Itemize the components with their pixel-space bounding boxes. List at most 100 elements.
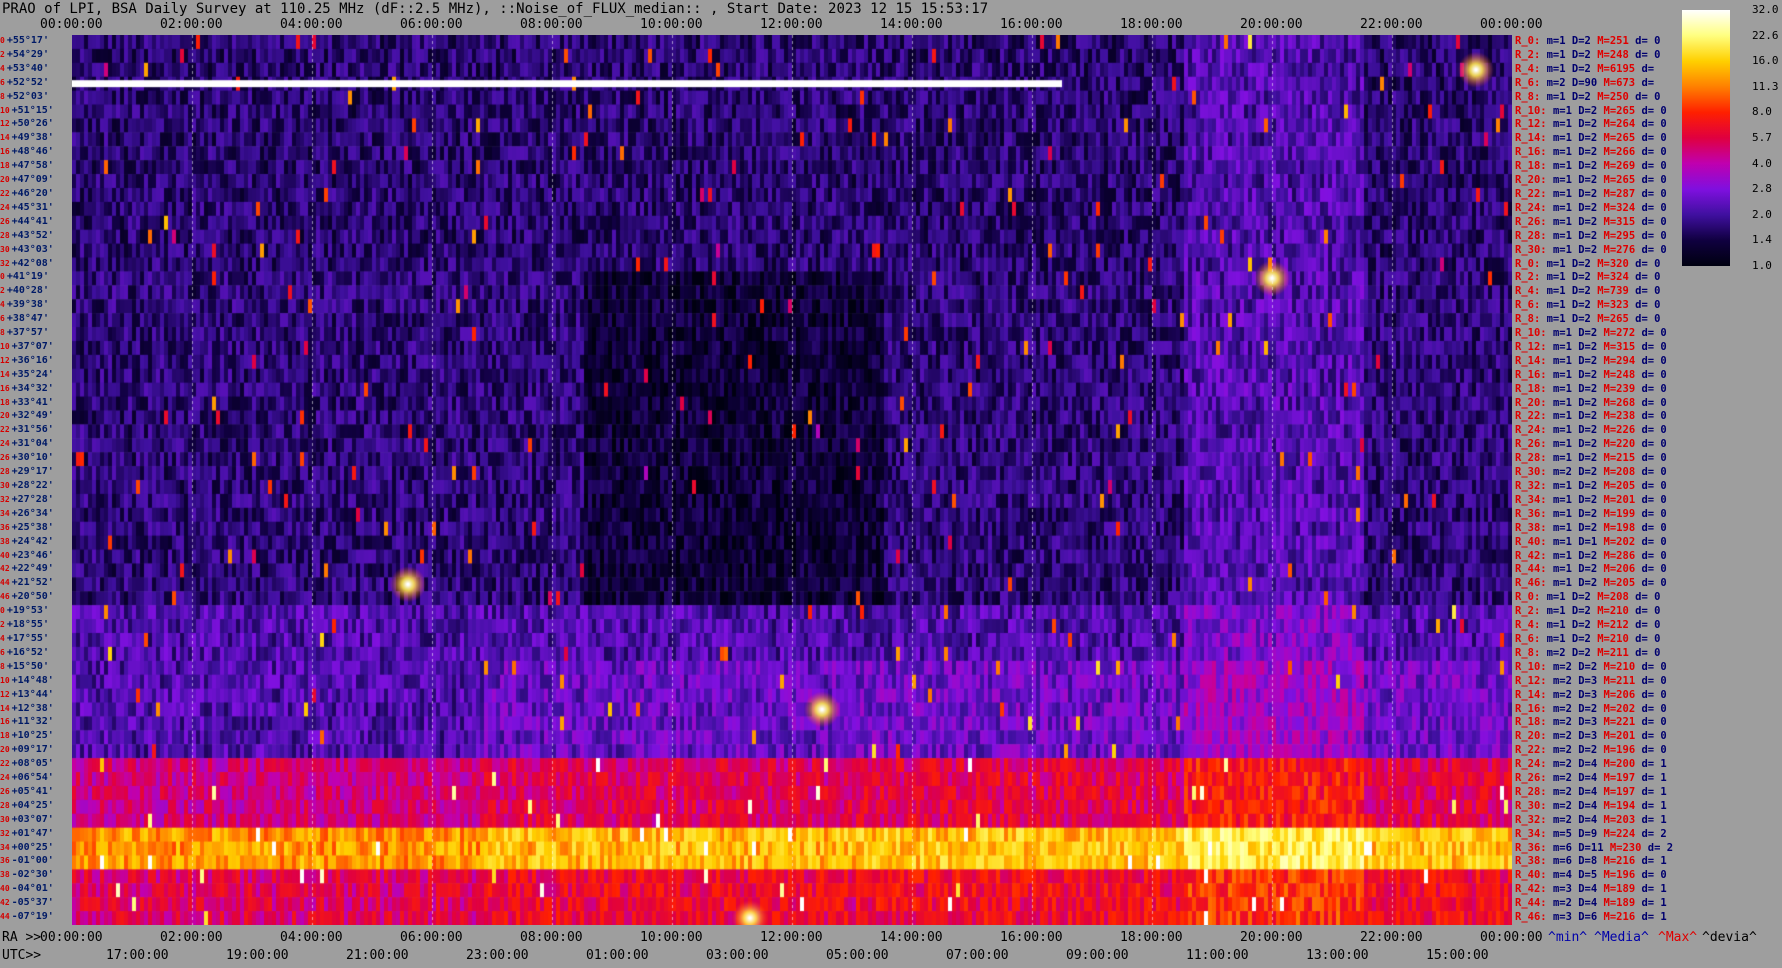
colorbar-tick-label: 22.6	[1752, 28, 1779, 42]
dec-index: 16	[0, 717, 10, 727]
dec-label: 2 +54°29'	[0, 48, 72, 62]
legend-min: ^min^	[1548, 930, 1588, 945]
dec-index: 22	[0, 425, 10, 435]
stat-field: m=1	[1546, 48, 1572, 61]
top-tick-label: 20:00:00	[1240, 17, 1303, 32]
stat-field: D=2	[1578, 201, 1604, 214]
stat-row: R_0: m=1 D=2 M=208 d= 0	[1515, 590, 1660, 604]
dec-value: -04°01'	[11, 883, 54, 895]
stat-field: m=1	[1552, 424, 1579, 437]
stat-field: M=268	[1603, 396, 1642, 409]
dec-index: 4	[0, 63, 5, 73]
top-tick-label: 22:00:00	[1360, 17, 1423, 32]
dec-value: +25°38'	[11, 521, 54, 533]
stat-field: M=265	[1603, 132, 1642, 145]
stat-field: D=4	[1578, 758, 1604, 771]
dec-index: 4	[0, 300, 5, 310]
stat-field: m=2	[1552, 897, 1579, 910]
stat-field: d= 0	[1641, 577, 1667, 590]
dec-value: +28°22'	[11, 480, 54, 491]
stat-field: M=196	[1603, 744, 1642, 757]
dec-index: 28	[0, 800, 10, 810]
utc-tick-label: 03:00:00	[706, 948, 769, 963]
stat-row: R_24: m=1 D=2 M=324 d= 0	[1515, 201, 1667, 215]
stat-field: D=90	[1571, 76, 1604, 89]
stat-row: R_0: m=1 D=2 M=251 d= 0	[1515, 34, 1660, 48]
stat-field: R_36:	[1515, 841, 1553, 854]
stat-field: M=216	[1603, 855, 1642, 868]
stat-field: D=3	[1578, 716, 1604, 729]
dec-label: 24 +31°04'	[0, 437, 72, 451]
dec-label: 4 +39°38'	[0, 298, 72, 312]
dec-index: 30	[0, 814, 10, 824]
stat-field: m=2	[1552, 758, 1579, 771]
stat-row: R_6: m=1 D=2 M=210 d= 0	[1515, 632, 1660, 646]
stat-field: d= 0	[1641, 424, 1667, 437]
stat-field: D=2	[1571, 591, 1598, 604]
dec-index: 42	[0, 898, 10, 908]
dec-index: 44	[0, 578, 10, 588]
dec-value: +52°52'	[6, 76, 49, 88]
stat-field: D=11	[1578, 841, 1610, 854]
stat-field: m=2	[1552, 813, 1579, 826]
stat-field: R_34:	[1515, 493, 1553, 506]
stat-field: d= 0	[1641, 452, 1667, 465]
colorbar-tick-label: 32.0	[1752, 3, 1779, 16]
stat-field: D=3	[1578, 730, 1604, 743]
stat-field: R_32:	[1515, 813, 1553, 826]
dec-index: 22	[0, 188, 10, 198]
dec-label: 0 +19°53'	[0, 604, 72, 618]
stat-field: m=1	[1546, 90, 1572, 103]
stat-field: D=2	[1578, 132, 1604, 145]
stat-field: m=1	[1552, 549, 1579, 562]
stat-field: D=2	[1571, 271, 1598, 284]
ra-tick-label: 02:00:00	[160, 930, 223, 945]
stat-field: D=2	[1578, 410, 1604, 423]
dec-index: 2	[0, 49, 5, 59]
stat-field: R_10:	[1515, 104, 1553, 117]
colorbar-tick-label: 4.0	[1752, 156, 1772, 170]
utc-tick-label: 19:00:00	[226, 948, 289, 963]
stat-field: M=248	[1603, 368, 1642, 381]
utc-tick-label: 01:00:00	[586, 948, 649, 963]
dec-index: 18	[0, 731, 10, 741]
stat-row: R_0: m=1 D=2 M=320 d= 0	[1515, 257, 1660, 271]
stat-field: m=1	[1546, 299, 1572, 312]
stat-field: D=1	[1578, 535, 1604, 548]
stat-field: D=2	[1578, 327, 1604, 340]
dec-label: 20 +47°09'	[0, 173, 72, 187]
dec-value: +41°19'	[6, 271, 49, 283]
stat-field: m=2	[1552, 744, 1579, 757]
stat-field: D=4	[1578, 799, 1604, 812]
stat-row: R_42: m=1 D=2 M=286 d= 0	[1515, 549, 1667, 563]
dec-value: +55°17'	[6, 35, 49, 46]
stat-row: R_26: m=2 D=4 M=197 d= 1	[1515, 771, 1667, 785]
stat-field: R_14:	[1515, 688, 1553, 701]
stat-field: d= 0	[1641, 243, 1667, 256]
stat-field: d= 2	[1641, 827, 1667, 840]
ra-tick-label: 06:00:00	[400, 930, 463, 945]
stat-field: d= 0	[1641, 521, 1667, 534]
stat-row: R_8: m=1 D=2 M=250 d= 0	[1515, 90, 1660, 104]
stat-field: R_30:	[1515, 799, 1553, 812]
stat-field: m=1	[1552, 396, 1579, 409]
stat-field: d= 0	[1641, 730, 1667, 743]
stat-field: R_12:	[1515, 118, 1553, 131]
stat-field: d=	[1641, 76, 1655, 89]
stat-field: D=2	[1578, 577, 1604, 590]
stat-field: D=2	[1578, 702, 1604, 715]
ra-tick-label: 04:00:00	[280, 930, 343, 945]
stat-row: R_16: m=2 D=2 M=202 d= 0	[1515, 702, 1667, 716]
dec-index: 34	[0, 842, 10, 852]
stat-field: m=1	[1552, 577, 1579, 590]
stat-row: R_42: m=3 D=4 M=189 d= 1	[1515, 882, 1667, 896]
stat-field: R_6:	[1515, 632, 1547, 645]
dec-index: 42	[0, 564, 10, 574]
stat-field: R_28:	[1515, 229, 1553, 242]
stat-field: R_12:	[1515, 340, 1553, 353]
stat-field: R_36:	[1515, 507, 1553, 520]
stat-field: m=2	[1552, 716, 1579, 729]
stat-row: R_18: m=2 D=3 M=221 d= 0	[1515, 715, 1667, 729]
utc-tick-label: 09:00:00	[1066, 948, 1129, 963]
stat-row: R_10: m=2 D=2 M=210 d= 0	[1515, 660, 1667, 674]
